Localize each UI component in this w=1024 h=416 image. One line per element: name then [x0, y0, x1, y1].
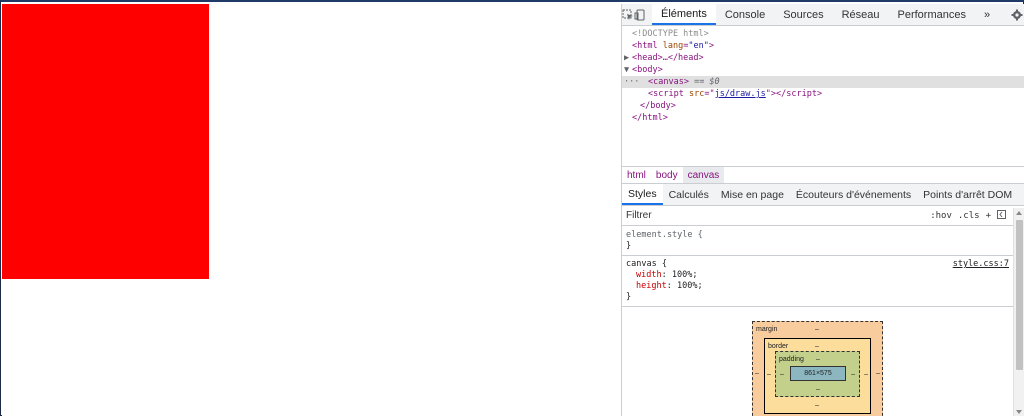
sidebar-toggle-icon[interactable] [997, 209, 1006, 222]
devtools-toolbar: Éléments Console Sources Réseau Performa… [622, 4, 1024, 26]
breadcrumb-body[interactable]: body [651, 167, 683, 183]
box-model-diagram: margin – – – border – – – – padding – – [752, 321, 883, 416]
scroll-thumb[interactable] [1016, 220, 1023, 370]
styles-pane: element.style { } canvas { style.css:7 w… [622, 227, 1013, 416]
box-model-border[interactable]: border – – – – padding – – – – 861×575 [764, 338, 871, 414]
device-toggle-icon[interactable] [634, 4, 646, 25]
inspect-cursor-icon[interactable] [622, 4, 634, 25]
scroll-down-icon[interactable] [1016, 410, 1022, 414]
tab-network[interactable]: Réseau [833, 4, 889, 25]
page-viewport [2, 4, 621, 416]
tab-elements[interactable]: Éléments [652, 4, 716, 25]
box-model-padding[interactable]: padding – – – – 861×575 [775, 351, 860, 397]
gear-icon[interactable] [1006, 9, 1024, 21]
rule-source-link[interactable]: style.css:7 [953, 259, 1009, 270]
styles-scrollbar[interactable] [1013, 208, 1024, 416]
script-src-link[interactable]: js/draw.js [715, 89, 766, 99]
new-rule-button[interactable]: + [986, 211, 991, 221]
dom-body-open[interactable]: ▼ <body> [622, 64, 1024, 76]
styles-filter-input[interactable] [626, 210, 931, 221]
breadcrumb: html body canvas [622, 166, 1024, 184]
css-property[interactable]: height: 100%; [626, 281, 1009, 292]
rule-canvas[interactable]: canvas { style.css:7 width: 100%; height… [622, 256, 1013, 307]
dom-body-close[interactable]: </body> [622, 100, 1024, 112]
collapse-arrow-icon[interactable]: ▼ [624, 64, 629, 76]
expand-arrow-icon[interactable]: ▶ [624, 52, 629, 64]
styles-tabbar: Styles Calculés Mise en page Écouteurs d… [622, 184, 1024, 206]
more-tabs-button[interactable]: » [975, 4, 999, 25]
styles-filter-bar: :hov .cls + [622, 206, 1024, 226]
rule-selector: element.style { [626, 230, 703, 240]
cls-toggle[interactable]: .cls [958, 211, 980, 221]
tab-console[interactable]: Console [716, 4, 774, 25]
tab-styles[interactable]: Styles [622, 184, 663, 205]
tab-computed[interactable]: Calculés [663, 184, 715, 205]
dom-head[interactable]: ▶ <head>…</head> [622, 52, 1024, 64]
tab-dom-breakpoints[interactable]: Points d'arrêt DOM [917, 184, 1018, 205]
more-dots-icon[interactable]: ··· [624, 76, 639, 88]
rule-close: } [626, 241, 632, 251]
dom-canvas-selected[interactable]: ··· <canvas> == $0 [622, 76, 1024, 88]
more-styles-tabs-button[interactable]: » [1018, 184, 1024, 205]
rule-selector: canvas { [626, 259, 667, 269]
dom-doctype[interactable]: <!DOCTYPE html> [622, 28, 1024, 40]
canvas-red-rectangle [2, 4, 209, 279]
css-property[interactable]: width: 100%; [626, 270, 1009, 281]
scroll-up-icon[interactable] [1016, 211, 1022, 215]
rule-element-style[interactable]: element.style { } [622, 227, 1013, 256]
dom-script[interactable]: <script src="js/draw.js"></script> [622, 88, 1024, 100]
devtools-panel: Éléments Console Sources Réseau Performa… [621, 4, 1024, 416]
tab-layout[interactable]: Mise en page [715, 184, 790, 205]
rule-close: } [626, 292, 632, 302]
box-model-margin[interactable]: margin – – – border – – – – padding – – [752, 321, 883, 416]
elements-tree: <!DOCTYPE html> <html lang="en"> ▶ <head>… [622, 26, 1024, 166]
box-model-content[interactable]: 861×575 [790, 366, 846, 381]
breadcrumb-canvas[interactable]: canvas [682, 167, 725, 183]
tab-sources[interactable]: Sources [774, 4, 832, 25]
hov-toggle[interactable]: :hov [930, 211, 952, 221]
window-frame: Éléments Console Sources Réseau Performa… [0, 0, 1024, 416]
tab-performance[interactable]: Performances [889, 4, 975, 25]
breadcrumb-html[interactable]: html [622, 167, 651, 183]
tab-event-listeners[interactable]: Écouteurs d'événements [790, 184, 917, 205]
dom-html-close[interactable]: </html> [622, 112, 1024, 124]
dom-html-open[interactable]: <html lang="en"> [622, 40, 1024, 52]
